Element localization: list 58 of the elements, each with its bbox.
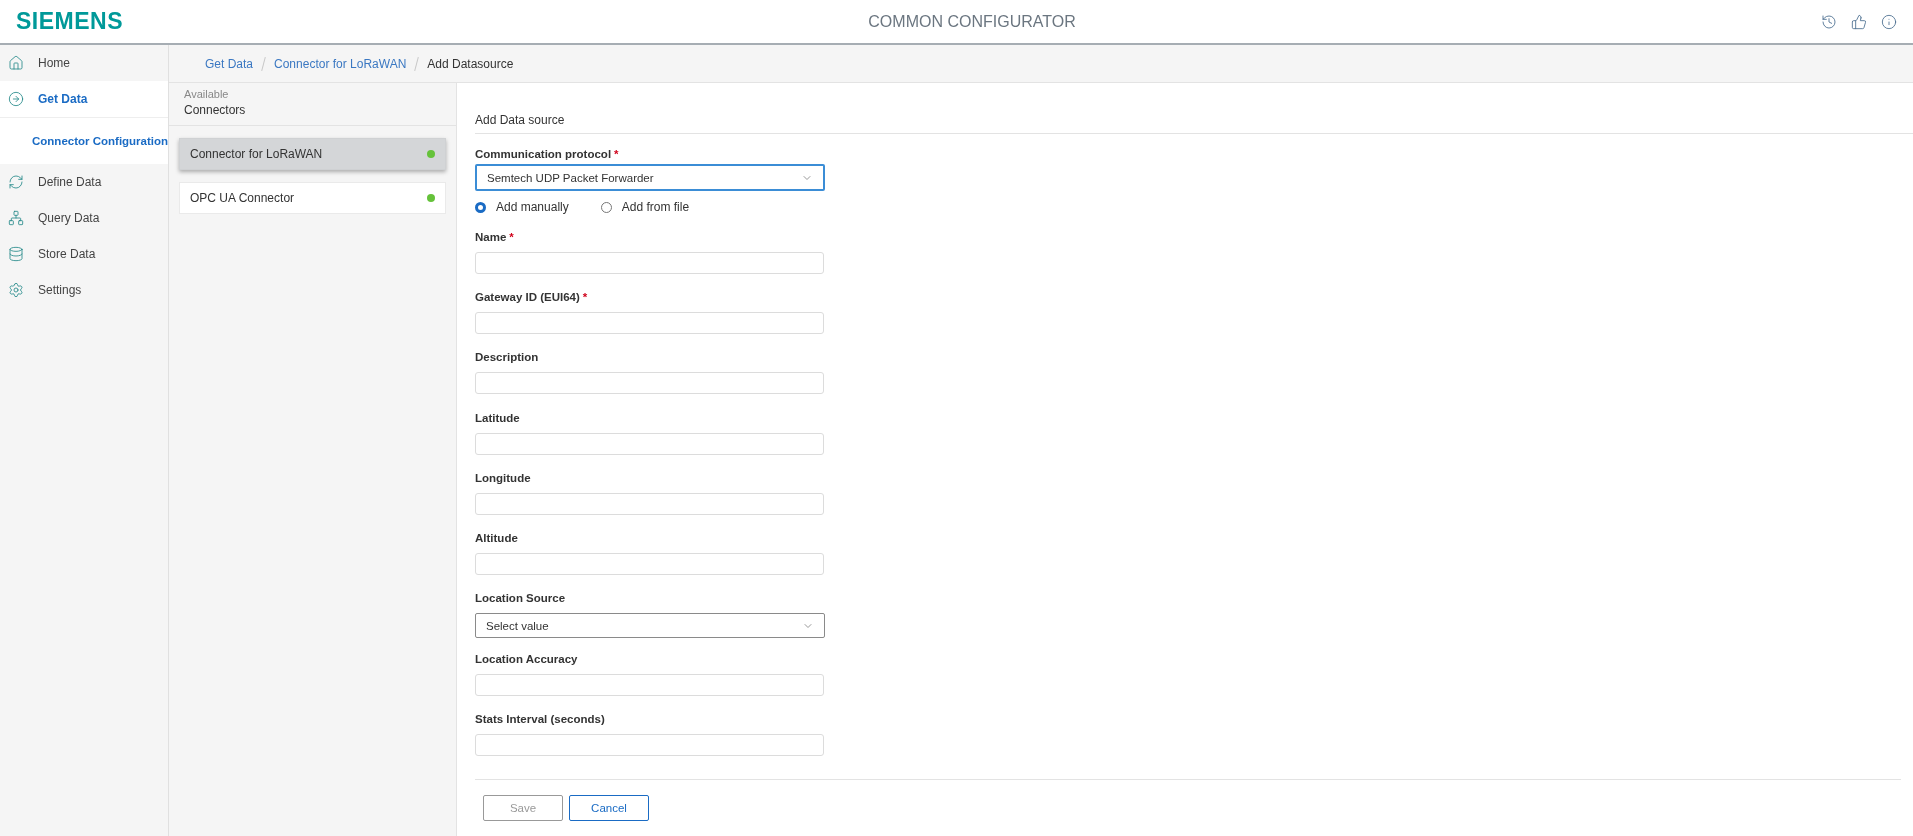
info-icon[interactable] <box>1881 13 1897 30</box>
form-title: Add Data source <box>475 113 565 128</box>
input-field[interactable] <box>475 312 824 335</box>
input-field[interactable] <box>475 733 824 756</box>
sidebar-item[interactable]: Get Data <box>0 81 168 118</box>
field-label: Gateway ID (EUI64) <box>475 291 580 304</box>
input-field[interactable] <box>475 372 824 395</box>
select-field[interactable]: Select value <box>475 613 825 639</box>
thumbs-up-icon[interactable] <box>1851 13 1867 30</box>
panel-caption: Available <box>184 88 230 100</box>
app-title: COMMON CONFIGURATOR <box>867 12 1077 31</box>
field-label: Altitude <box>475 532 518 545</box>
database-icon <box>8 246 24 262</box>
input-field[interactable] <box>475 251 824 274</box>
input-field[interactable] <box>475 432 824 455</box>
connector-name: OPC UA Connector <box>190 191 295 205</box>
required-mark: * <box>582 291 588 304</box>
sidebar-item[interactable]: Settings <box>0 272 168 308</box>
breadcrumb-current: Add Datasource <box>427 56 514 71</box>
settings-icon <box>8 282 24 298</box>
field-label: Location Accuracy <box>475 652 578 665</box>
radio-label: Add manually <box>496 200 569 215</box>
connector-name: Connector for LoRaWAN <box>190 147 323 161</box>
refresh-icon <box>8 174 24 190</box>
input-field[interactable] <box>475 553 824 576</box>
protocol-dropdown[interactable]: Semtech UDP Packet Forwarder <box>475 164 825 192</box>
input-field[interactable] <box>475 492 824 515</box>
input-field[interactable] <box>475 673 824 696</box>
field-label: Stats Interval (seconds) <box>475 712 605 725</box>
required-mark: * <box>614 148 619 161</box>
cancel-button[interactable]: Cancel <box>569 794 649 821</box>
breadcrumb-link[interactable]: Connector for LoRaWAN <box>274 56 407 71</box>
logo: SIEMENS <box>16 8 124 35</box>
field-label: Latitude <box>475 411 520 424</box>
radio-option[interactable]: Add from file <box>600 200 690 215</box>
field-label: Description <box>475 351 539 364</box>
sidebar-item[interactable]: Define Data <box>0 164 168 200</box>
arrow-circle-icon <box>8 91 24 107</box>
radio-label: Add from file <box>621 200 690 215</box>
sidebar-item[interactable]: Home <box>0 45 168 81</box>
field-label: Location Source <box>475 592 566 605</box>
network-icon <box>8 210 24 226</box>
radio-button[interactable] <box>600 201 612 213</box>
field-label: Communication protocol <box>475 148 612 161</box>
sidebar-item[interactable]: Query Data <box>0 200 168 236</box>
sidebar-subitem[interactable]: Connector Configuration <box>0 118 168 164</box>
field-label: Name <box>475 230 507 243</box>
history-icon[interactable] <box>1821 13 1837 30</box>
breadcrumb-link[interactable]: Get Data <box>205 56 254 71</box>
home-icon <box>8 55 24 71</box>
radio-button[interactable] <box>475 201 486 213</box>
panel-title: Connectors <box>184 103 247 117</box>
connector-card[interactable]: OPC UA Connector <box>179 182 446 214</box>
radio-option[interactable]: Add manually <box>475 200 569 215</box>
connector-card[interactable]: Connector for LoRaWAN <box>179 138 446 170</box>
required-mark: * <box>509 230 514 243</box>
sidebar-item[interactable]: Store Data <box>0 236 168 272</box>
field-label: Longitude <box>475 471 531 484</box>
